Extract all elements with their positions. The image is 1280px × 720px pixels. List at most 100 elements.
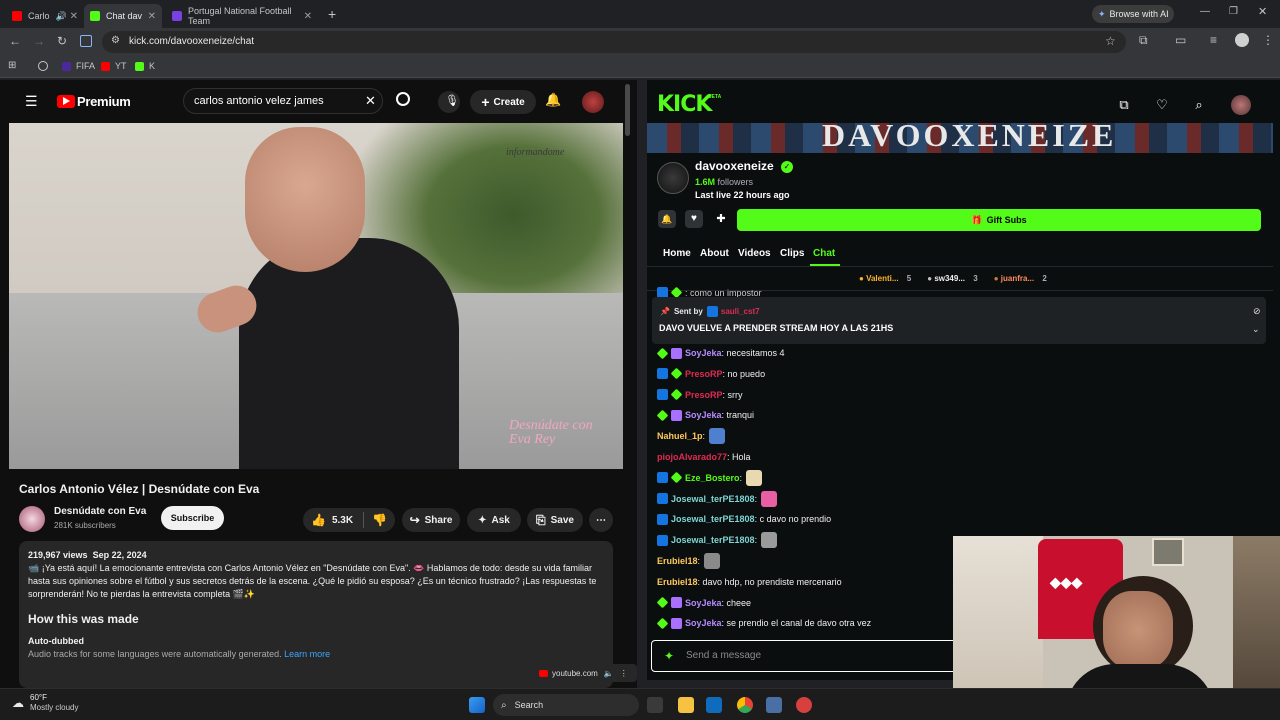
app-icon[interactable]	[766, 697, 782, 713]
address-bar[interactable]: ⚙ kick.com/davooxeneize/chat	[102, 31, 1126, 53]
close-tab-icon[interactable]: ✕	[148, 11, 156, 22]
save-button[interactable]: ⎘ Save	[527, 508, 583, 532]
tab-about[interactable]: About	[700, 248, 729, 259]
back-icon[interactable]: ←	[9, 34, 21, 48]
cast-icon[interactable]: ▭	[1175, 33, 1186, 47]
extensions-icon[interactable]: ⧉	[1139, 33, 1148, 48]
gift-subs-button[interactable]: 🎁 Gift Subs	[737, 209, 1261, 231]
forward-icon[interactable]: →	[33, 34, 45, 48]
pinned-message[interactable]: 📌 Sent by sauli_cst7 ⊘ DAVO VUELVE A PRE…	[652, 297, 1266, 344]
chat-username[interactable]: Josewal_terPE1808	[671, 535, 755, 545]
ask-button[interactable]: ✦ Ask	[467, 508, 521, 532]
emote-picker-icon[interactable]: ✦	[664, 649, 674, 663]
chat-username[interactable]: SoyJeka	[685, 348, 722, 358]
speaker-icon[interactable]: 🔈	[604, 669, 614, 678]
site-info-icon[interactable]: ⚙	[111, 35, 120, 46]
restore-icon[interactable]: ❐	[1229, 6, 1238, 17]
follow-heart-button[interactable]: ♥	[685, 210, 703, 228]
like-count[interactable]: 5.3K	[332, 515, 353, 526]
chrome-icon[interactable]	[737, 697, 753, 713]
description-box[interactable]: 219,967 views Sep 22, 2024 📹 ¡Ya está aq…	[19, 541, 613, 688]
taskbar-search[interactable]: ⌕ Search	[493, 694, 639, 716]
heart-icon[interactable]: ♡	[1155, 98, 1169, 112]
browse-with-ai-button[interactable]: ✦ Browse with AI	[1092, 5, 1174, 23]
notifications-bell-icon[interactable]: 🔔	[545, 92, 561, 108]
chat-username[interactable]: SoyJeka	[685, 598, 722, 608]
user-avatar[interactable]	[1231, 95, 1251, 115]
tab-chat[interactable]: Chat	[813, 248, 835, 259]
menu-kebab-icon[interactable]: ⋮	[1262, 33, 1274, 47]
unpin-icon[interactable]: ⊘	[1253, 306, 1261, 317]
close-window-icon[interactable]: ✕	[1258, 5, 1267, 18]
reload-icon[interactable]: ↻	[57, 34, 67, 48]
search-icon[interactable]: ⌕	[1192, 98, 1206, 112]
channel-name[interactable]: Desnúdate con Eva	[54, 506, 146, 517]
chat-username[interactable]: SoyJeka	[685, 410, 722, 420]
kick-logo[interactable]: KICK	[657, 92, 712, 117]
bookmark-fifa[interactable]: FIFA	[62, 61, 95, 71]
tab-portugal[interactable]: Portugal National Football Team ✕	[166, 4, 318, 28]
video-player[interactable]: informandome Desnúdate con Eva Rey	[9, 123, 623, 469]
create-button[interactable]: + Create	[470, 90, 536, 114]
split-view-icon[interactable]	[80, 35, 92, 47]
new-tab-icon[interactable]: +	[328, 6, 336, 22]
file-explorer-icon[interactable]	[678, 697, 694, 713]
reading-list-icon[interactable]: ≡	[1210, 33, 1217, 47]
tab-youtube[interactable]: Carlo 🔊 ✕	[6, 4, 84, 28]
chevron-down-icon[interactable]: ⌄	[1252, 324, 1260, 335]
gifter-2[interactable]: ● sw349... 3	[927, 274, 977, 283]
notification-bell-button[interactable]: 🔔	[658, 210, 676, 228]
channel-name[interactable]: davooxeneize	[695, 159, 774, 173]
search-input[interactable]: carlos antonio velez james	[183, 88, 383, 114]
like-icon[interactable]: 👍	[311, 513, 326, 527]
chat-username[interactable]: piojoAlvarado77	[657, 452, 727, 462]
chat-username[interactable]: Erubiel18	[657, 556, 698, 566]
channel-avatar[interactable]	[19, 506, 45, 532]
tab-clips[interactable]: Clips	[780, 248, 804, 259]
pip-control-bar[interactable]: youtube.com 🔈 ⋮	[533, 664, 637, 682]
hamburger-menu-icon[interactable]: ☰	[25, 93, 38, 110]
learn-more-link[interactable]: Learn more	[284, 649, 330, 659]
account-avatar[interactable]	[582, 91, 604, 113]
bookmark-k[interactable]: K	[135, 61, 155, 71]
outlook-icon[interactable]	[706, 697, 722, 713]
gifter-1[interactable]: ● Valenti... 5	[859, 274, 911, 283]
app-red-icon[interactable]	[796, 697, 812, 713]
gifter-3[interactable]: ● juanfra... 2	[994, 274, 1047, 283]
chat-username[interactable]: Nahuel_1p	[657, 431, 703, 441]
clear-search-icon[interactable]: ✕	[365, 93, 376, 109]
chat-username[interactable]: Josewal_terPE1808	[671, 494, 755, 504]
minimize-icon[interactable]: —	[1200, 6, 1210, 17]
more-actions-button[interactable]: ⋯	[589, 508, 613, 532]
chat-username[interactable]: SoyJeka	[685, 618, 722, 628]
more-dots-icon[interactable]: ⋮	[620, 669, 628, 678]
pin-icon[interactable]: ✚	[712, 210, 730, 228]
following-icon[interactable]: ⧉	[1117, 98, 1131, 112]
chat-username[interactable]: Josewal_terPE1808	[671, 514, 755, 524]
scrollbar-thumb[interactable]	[625, 84, 630, 136]
dislike-icon[interactable]: 👎	[372, 513, 387, 527]
search-icon[interactable]	[396, 92, 410, 106]
share-button[interactable]: ↪ Share	[402, 508, 460, 532]
apps-grid-icon[interactable]: ⊞	[8, 60, 16, 71]
windows-start-icon[interactable]	[469, 697, 485, 713]
channel-avatar[interactable]	[657, 162, 689, 194]
chat-username[interactable]: Eze_Bostero	[685, 473, 740, 483]
weather-widget[interactable]: ☁ 60°F Mostly cloudy	[12, 693, 78, 713]
tab-videos[interactable]: Videos	[738, 248, 771, 259]
bookmark-yt[interactable]: YT	[101, 61, 127, 71]
tab-kick-chat[interactable]: Chat dav ✕	[84, 4, 162, 28]
pinned-username[interactable]: sauli_cst7	[721, 307, 760, 316]
subscribe-button[interactable]: Subscribe	[161, 506, 224, 530]
tab-home[interactable]: Home	[663, 248, 691, 259]
chat-username[interactable]: Erubiel18	[657, 577, 698, 587]
bookmark-star-icon[interactable]: ☆	[1105, 34, 1116, 48]
chat-input[interactable]: ✦ Send a message	[651, 640, 957, 672]
close-tab-icon[interactable]: ✕	[304, 11, 312, 22]
chat-username[interactable]: PresoRP	[685, 390, 723, 400]
close-tab-icon[interactable]: ✕	[70, 11, 78, 22]
chat-username[interactable]: PresoRP	[685, 369, 723, 379]
premium-logo-text[interactable]: Premium	[77, 94, 131, 109]
task-view-icon[interactable]	[647, 697, 663, 713]
profile-avatar[interactable]	[1235, 33, 1249, 47]
